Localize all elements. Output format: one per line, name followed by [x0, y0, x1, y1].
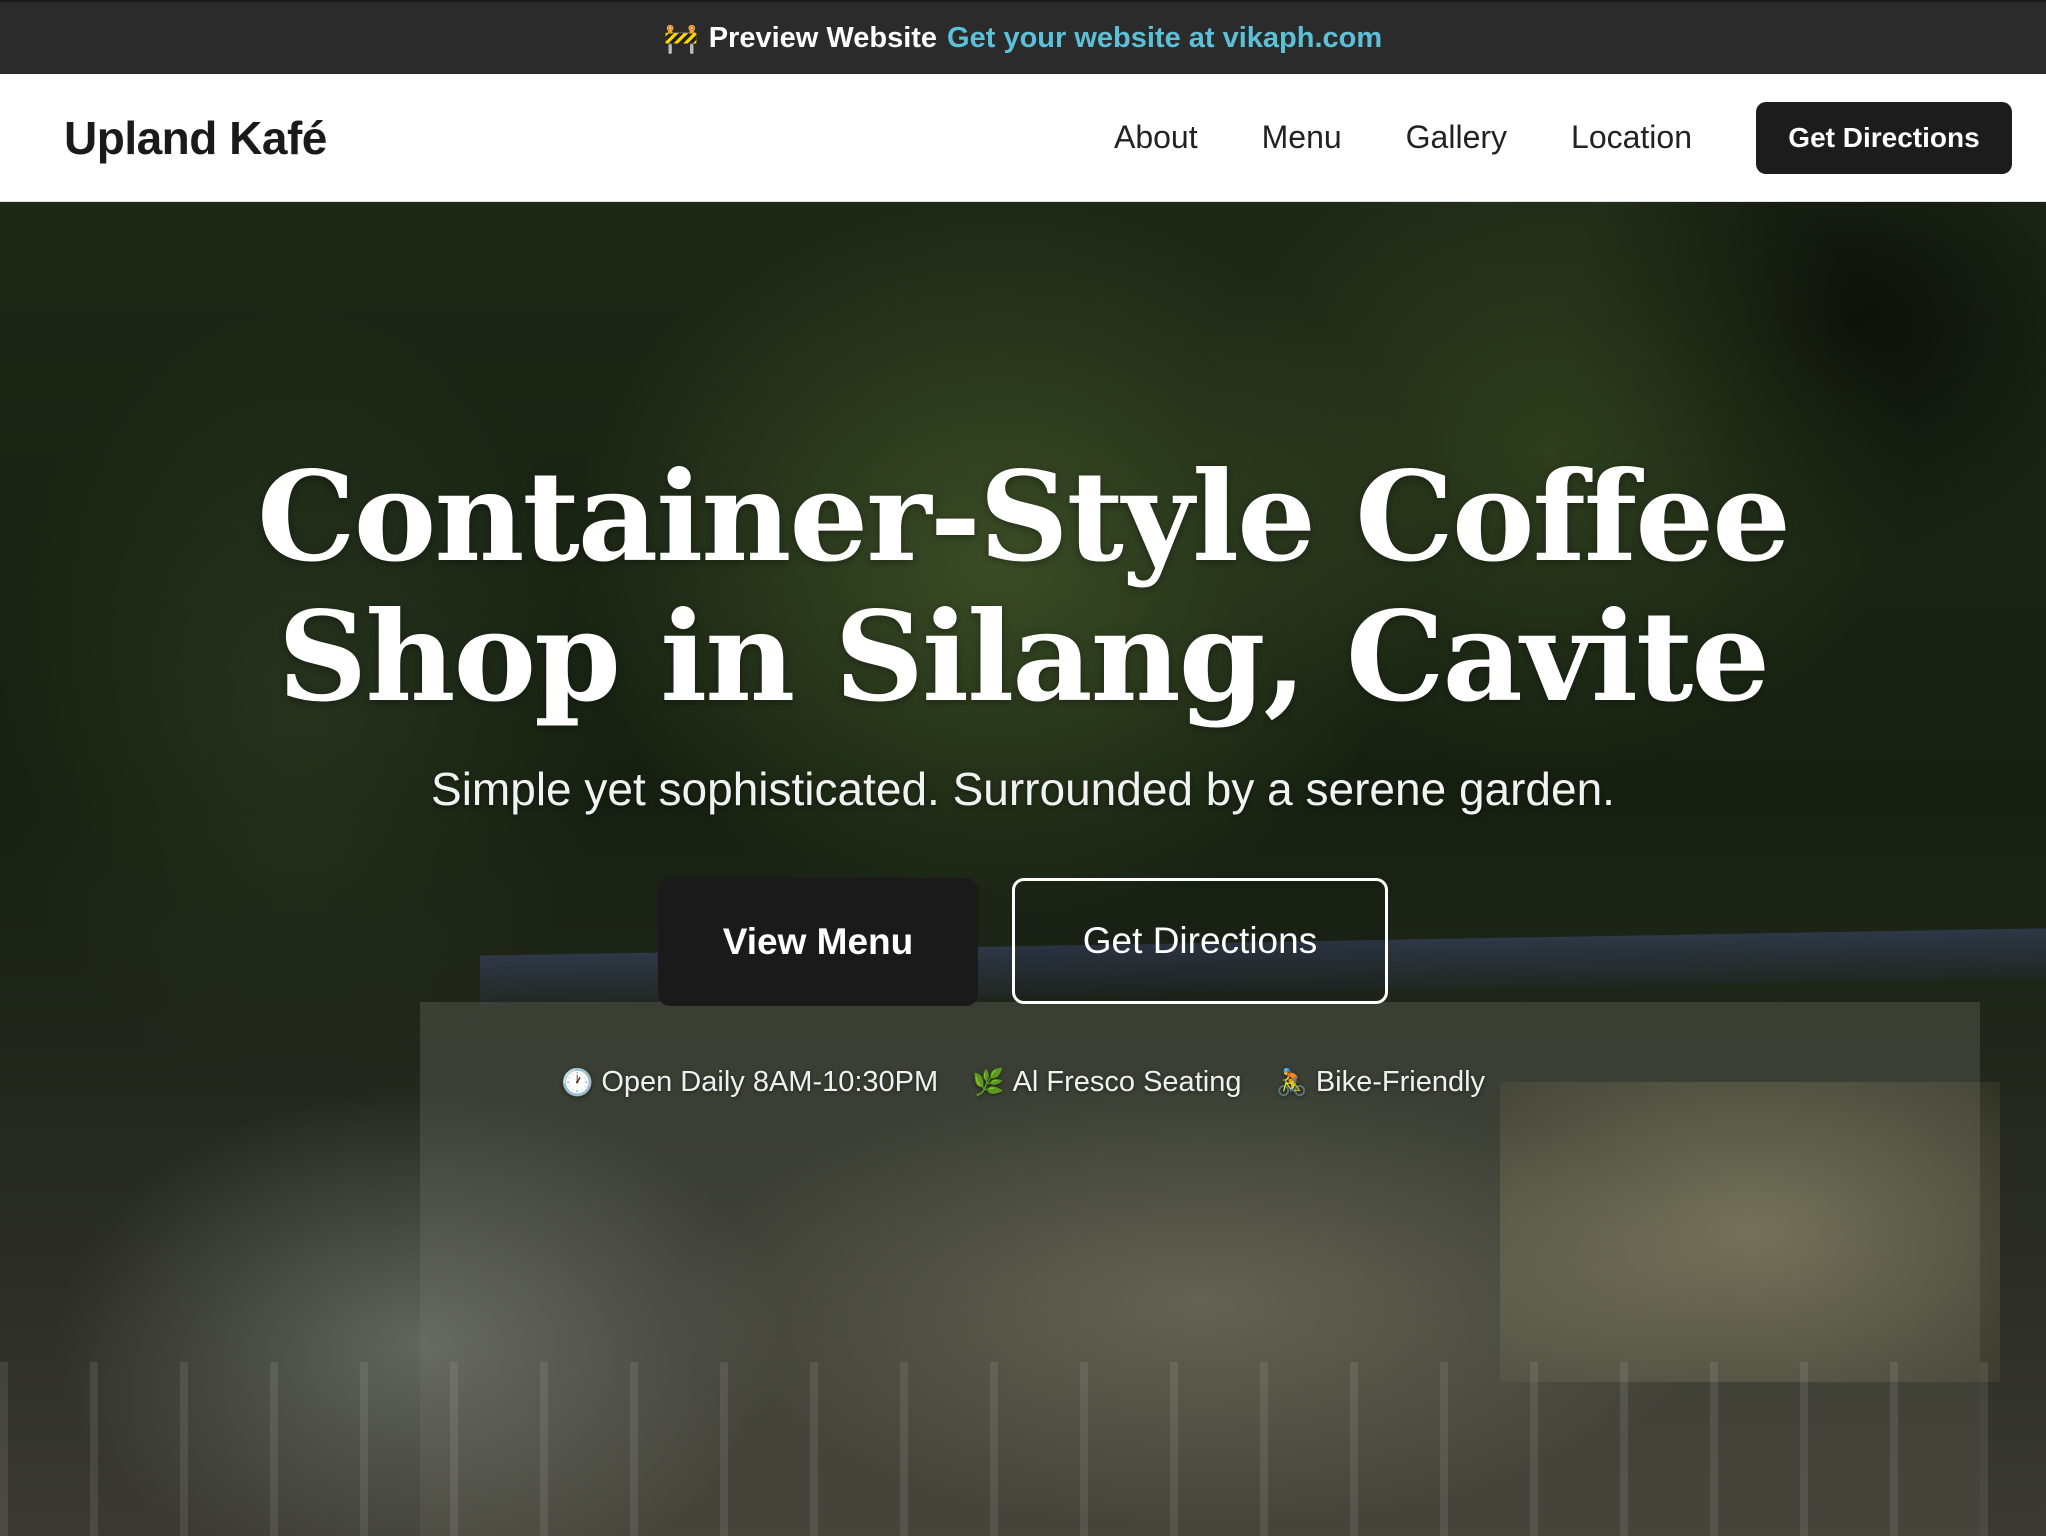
hero-get-directions-button[interactable]: Get Directions	[1012, 878, 1388, 1004]
hero-background-fence	[0, 1362, 2046, 1536]
feature-hours-text: Open Daily 8AM-10:30PM	[601, 1066, 939, 1098]
herb-icon: 🌿	[972, 1067, 1005, 1097]
hero-features: 🕐 Open Daily 8AM-10:30PM 🌿 Al Fresco Sea…	[561, 1066, 1485, 1099]
feature-bike-text: Bike-Friendly	[1315, 1066, 1486, 1098]
feature-seating-text: Al Fresco Seating	[1012, 1066, 1242, 1098]
nav-about-link[interactable]: About	[1114, 119, 1198, 156]
preview-banner-text: Preview Website	[708, 21, 938, 54]
hero-background-window	[1500, 1082, 2000, 1382]
construction-icon: 🚧	[663, 22, 699, 54]
vikaph-link[interactable]: Get your website at vikaph.com	[947, 22, 1382, 55]
hero-title: Container-Style Coffee Shop in Silang, C…	[256, 445, 1791, 730]
view-menu-button[interactable]: View Menu	[658, 878, 978, 1006]
hero-actions: View Menu Get Directions	[658, 878, 1388, 1006]
site-header: Upland Kafé About Menu Gallery Location …	[0, 74, 2046, 202]
nav-gallery-link[interactable]: Gallery	[1406, 119, 1507, 156]
header-get-directions-button[interactable]: Get Directions	[1756, 101, 2012, 174]
feature-hours: 🕐 Open Daily 8AM-10:30PM	[561, 1066, 938, 1099]
nav-menu-link[interactable]: Menu	[1262, 119, 1342, 156]
hero-subtitle: Simple yet sophisticated. Surrounded by …	[431, 763, 1615, 815]
feature-bike: 🚴 Bike-Friendly	[1275, 1066, 1485, 1099]
feature-seating: 🌿 Al Fresco Seating	[972, 1066, 1241, 1099]
clock-icon: 🕐	[560, 1067, 594, 1097]
nav-location-link[interactable]: Location	[1571, 119, 1692, 156]
bicycle-icon: 🚴	[1275, 1067, 1308, 1097]
brand-logo[interactable]: Upland Kafé	[64, 111, 327, 165]
hero-content: Container-Style Coffee Shop in Silang, C…	[0, 448, 2046, 1099]
preview-banner: 🚧 Preview Website Get your website at vi…	[0, 0, 2046, 74]
main-nav: About Menu Gallery Location Get Directio…	[1114, 101, 2012, 174]
